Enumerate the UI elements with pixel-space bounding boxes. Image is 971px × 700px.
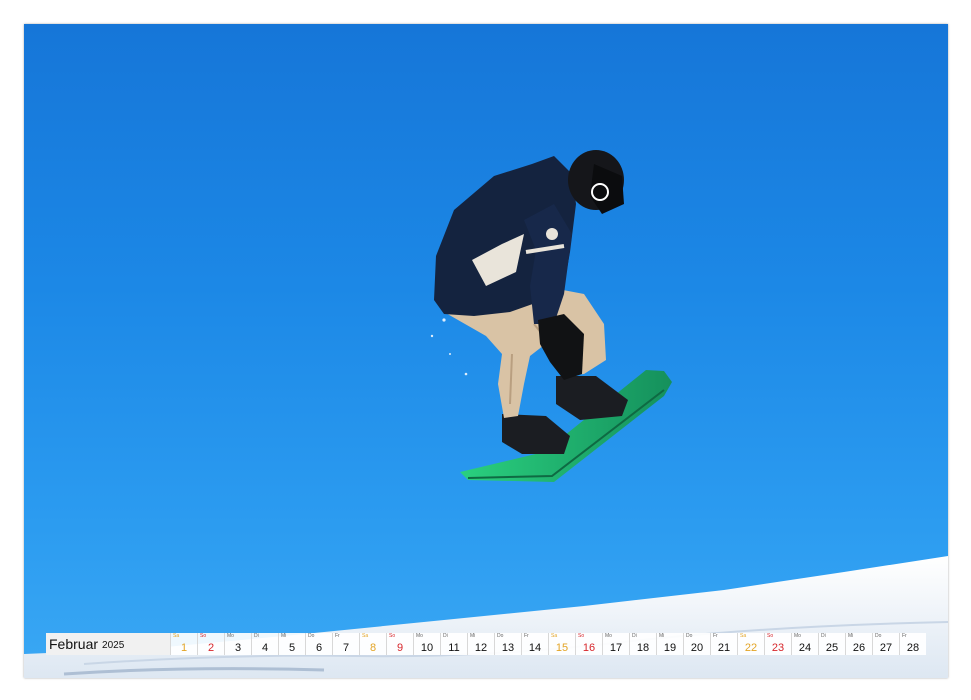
weekday-label: Mo: [605, 633, 612, 639]
weekday-label: Fr: [713, 633, 718, 639]
day-number: 21: [717, 642, 731, 654]
left-boot: [502, 414, 570, 454]
day-number: 19: [663, 642, 677, 654]
calendar-day: Mo 3: [224, 633, 251, 655]
calendar-day: Fr 28: [899, 633, 926, 655]
calendar-day: Mi 26: [845, 633, 872, 655]
weekday-label: So: [578, 633, 585, 639]
calendar-day: Mo 17: [602, 633, 629, 655]
day-number: 3: [234, 642, 242, 654]
weekday-label: Mo: [227, 633, 234, 639]
weekday-label: So: [767, 633, 774, 639]
day-number: 10: [420, 642, 434, 654]
day-number: 6: [315, 642, 323, 654]
calendar-day: Fr 14: [521, 633, 548, 655]
month-name: Februar: [49, 636, 99, 652]
weekday-label: Do: [497, 633, 504, 639]
day-number: 28: [906, 642, 920, 654]
day-number: 2: [207, 642, 215, 654]
day-number: 27: [879, 642, 893, 654]
calendar-day: Mi 12: [467, 633, 494, 655]
day-number: 7: [342, 642, 350, 654]
weekday-label: Sa: [362, 633, 369, 639]
day-number: 14: [528, 642, 542, 654]
day-number: 13: [501, 642, 515, 654]
calendar-day: Do 27: [872, 633, 899, 655]
day-number: 24: [798, 642, 812, 654]
calendar-day: Sa 15: [548, 633, 575, 655]
weekday-label: Di: [632, 633, 637, 639]
calendar-day: So 9: [386, 633, 413, 655]
calendar-day: Sa 1: [170, 633, 197, 655]
day-number: 22: [744, 642, 758, 654]
day-number: 12: [474, 642, 488, 654]
weekday-label: Fr: [902, 633, 907, 639]
weekday-label: So: [389, 633, 396, 639]
calendar-day: Sa 8: [359, 633, 386, 655]
day-number: 5: [288, 642, 296, 654]
weekday-label: Di: [254, 633, 259, 639]
day-number: 1: [180, 642, 188, 654]
day-number: 15: [555, 642, 569, 654]
day-number: 8: [369, 642, 377, 654]
day-number: 9: [396, 642, 404, 654]
weekday-label: Do: [308, 633, 315, 639]
day-number: 16: [582, 642, 596, 654]
calendar-day: Fr 7: [332, 633, 359, 655]
calendar-day: Fr 21: [710, 633, 737, 655]
day-number: 20: [690, 642, 704, 654]
weekday-label: Do: [875, 633, 882, 639]
calendar-day: So 2: [197, 633, 224, 655]
calendar-day: Mi 19: [656, 633, 683, 655]
day-number: 23: [771, 642, 785, 654]
calendar-day: Do 6: [305, 633, 332, 655]
weekday-label: Sa: [173, 633, 180, 639]
calendar-day: So 23: [764, 633, 791, 655]
weekday-label: Di: [443, 633, 448, 639]
right-boot: [556, 376, 628, 420]
weekday-label: Fr: [335, 633, 340, 639]
day-number: 17: [609, 642, 623, 654]
weekday-label: Sa: [740, 633, 747, 639]
calendar-day: Sa 22: [737, 633, 764, 655]
calendar-month-label: Februar 2025: [46, 633, 170, 655]
weekday-label: Sa: [551, 633, 558, 639]
calendar-photo: [24, 24, 948, 678]
weekday-label: Mi: [281, 633, 287, 639]
weekday-label: So: [200, 633, 207, 639]
weekday-label: Mi: [659, 633, 665, 639]
calendar-day: Do 20: [683, 633, 710, 655]
calendar-day: Di 18: [629, 633, 656, 655]
snowboarder-scene: [24, 150, 948, 678]
day-number: 26: [852, 642, 866, 654]
calendar-day: Di 11: [440, 633, 467, 655]
day-number: 25: [825, 642, 839, 654]
day-number: 11: [448, 642, 460, 654]
weekday-label: Di: [821, 633, 826, 639]
calendar-day: Di 25: [818, 633, 845, 655]
calendar-day: Do 13: [494, 633, 521, 655]
calendar-day: So 16: [575, 633, 602, 655]
year: 2025: [102, 639, 125, 651]
weekday-label: Fr: [524, 633, 529, 639]
calendar-days: Sa 1 So 2 Mo 3 Di 4 Mi 5 Do 6 Fr 7 Sa 8 So 9 Mo 10 Di 11 Mi 12 D…: [170, 633, 926, 655]
day-number: 18: [636, 642, 650, 654]
calendar-strip: Februar 2025 Sa 1 So 2 Mo 3 Di 4 Mi 5 Do 6 Fr 7 Sa 8 So 9…: [46, 633, 926, 655]
weekday-label: Mo: [416, 633, 423, 639]
weekday-label: Do: [686, 633, 693, 639]
weekday-label: Mi: [470, 633, 476, 639]
weekday-label: Mi: [848, 633, 854, 639]
calendar-day: Mi 5: [278, 633, 305, 655]
helmet: [568, 150, 624, 214]
calendar-day: Di 4: [251, 633, 278, 655]
calendar-day: Mo 24: [791, 633, 818, 655]
weekday-label: Mo: [794, 633, 801, 639]
calendar-day: Mo 10: [413, 633, 440, 655]
day-number: 4: [261, 642, 269, 654]
